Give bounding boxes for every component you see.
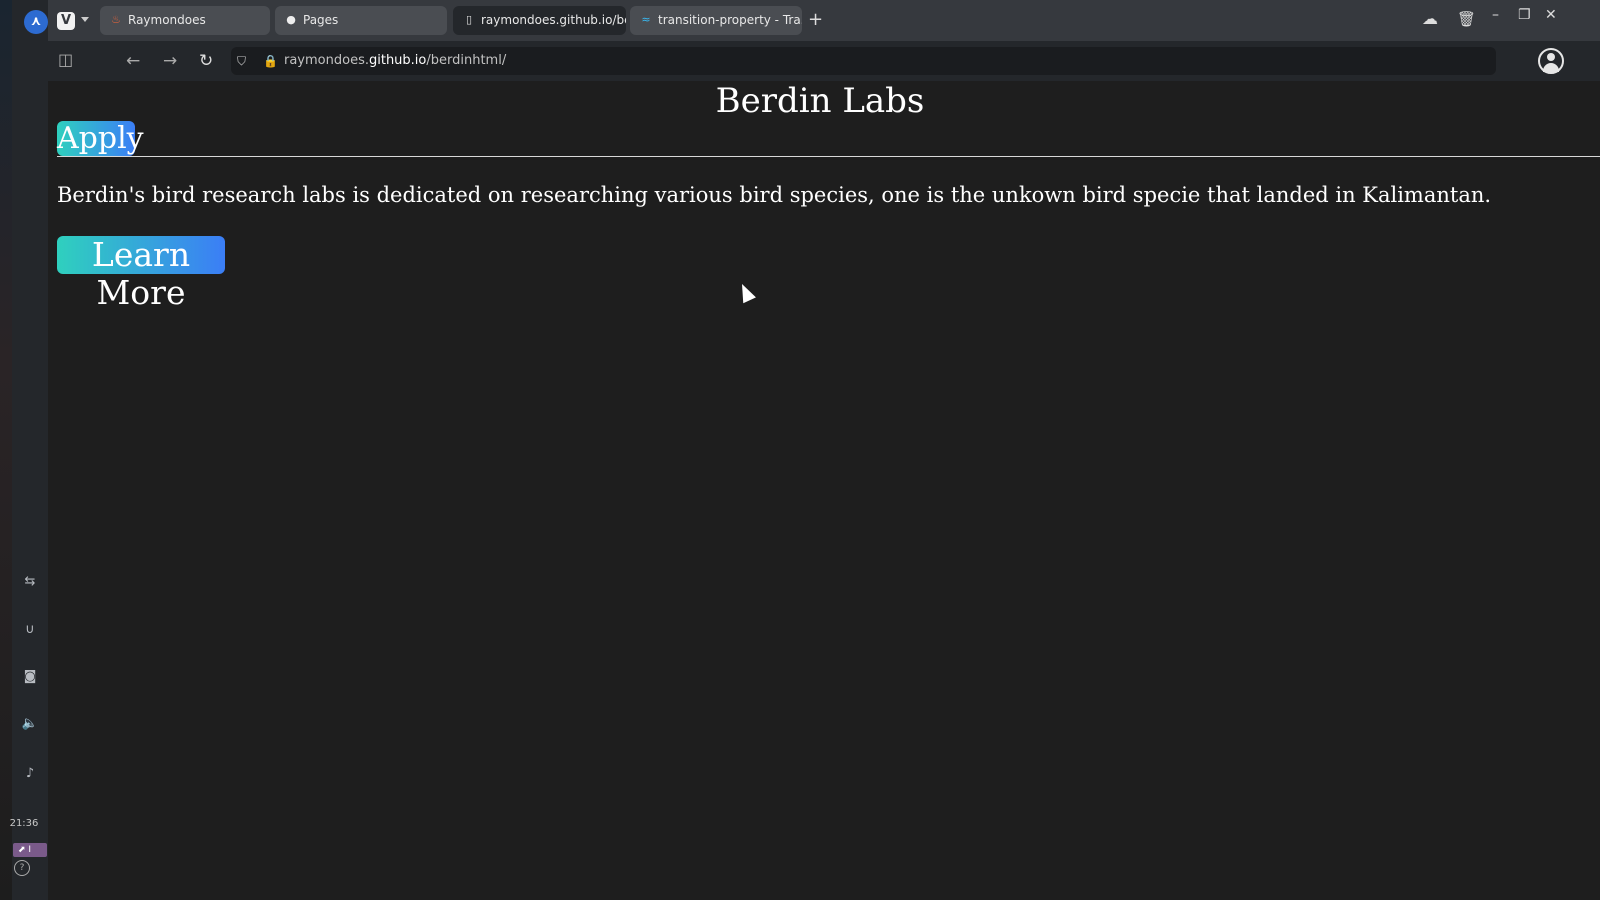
tab-berdinhtml[interactable]: ▯ raymondoes.github.io/berd	[453, 6, 626, 35]
vivaldi-menu-icon[interactable]: V	[57, 12, 75, 30]
learn-more-button[interactable]: Learn More	[57, 236, 225, 312]
url-subdomain: raymondoes.	[284, 53, 369, 68]
page-icon: ▯	[465, 13, 473, 26]
lock-icon[interactable]: 🔒	[263, 52, 278, 70]
intro-paragraph: Berdin's bird research labs is dedicated…	[57, 183, 1492, 207]
keyboard-layout-indicator[interactable]: ⬈ I	[13, 843, 47, 857]
tab-transition-property[interactable]: ≈ transition-property - Tra...	[630, 6, 802, 35]
sidebar-toggle-icon[interactable]: ◫	[58, 50, 73, 70]
tab-pages[interactable]: ● Pages	[275, 6, 447, 35]
system-side-panel: ⋏ ⇆ ∪ ◙ 🔈 ♪	[12, 0, 48, 900]
address-toolbar: ◫ ← → ↻ ⛉ 🔒 raymondoes.github.io/berdinh…	[48, 41, 1600, 81]
tab-bar: V ♨ Raymondoes ● Pages ▯ raymondoes.gith…	[48, 0, 1600, 41]
shield-icon[interactable]: ⛉	[237, 52, 246, 70]
address-bar[interactable]: ⛉ 🔒 raymondoes.github.io/berdinhtml/ ⚐	[231, 47, 1496, 75]
web-page: Berdin Labs Apply Berdin's bird research…	[57, 81, 1600, 900]
bell-icon[interactable]: ♪	[12, 766, 48, 782]
trash-icon[interactable]: 🗑	[1457, 10, 1476, 28]
divider	[57, 156, 1600, 157]
url-path: /berdinhtml/	[426, 53, 507, 68]
profile-avatar-icon[interactable]	[1538, 48, 1564, 74]
tailwind-icon: ≈	[641, 13, 651, 26]
tab-label: Pages	[303, 13, 339, 27]
restore-icon[interactable]: ❐	[1518, 6, 1531, 24]
minimize-icon[interactable]: –	[1492, 6, 1499, 24]
tab-raymondoes[interactable]: ♨ Raymondoes	[100, 6, 270, 35]
apply-button[interactable]: Apply	[57, 121, 144, 156]
desktop-background	[0, 0, 12, 900]
browser-window: V ♨ Raymondoes ● Pages ▯ raymondoes.gith…	[48, 0, 1600, 900]
url-host: github.io	[368, 53, 427, 68]
system-clock: 21:36	[9, 818, 39, 829]
tab-label: raymondoes.github.io/berd	[481, 13, 626, 27]
forward-icon[interactable]: →	[163, 51, 177, 71]
back-icon[interactable]: ←	[126, 51, 140, 71]
tab-label: transition-property - Tra...	[658, 13, 802, 27]
github-icon: ●	[286, 13, 296, 26]
help-icon[interactable]: ?	[14, 860, 30, 876]
tab-label: Raymondoes	[128, 13, 206, 27]
flame-icon: ♨	[111, 13, 121, 26]
new-tab-button[interactable]: +	[808, 10, 823, 30]
share-icon[interactable]: ⇆	[12, 574, 48, 590]
page-title: Berdin Labs	[715, 81, 925, 121]
magnet-icon[interactable]: ∪	[12, 622, 48, 638]
reload-icon[interactable]: ↻	[199, 51, 213, 71]
url-text[interactable]: raymondoes.github.io/berdinhtml/	[284, 47, 506, 75]
discord-icon[interactable]: ◙	[12, 669, 48, 685]
volume-icon[interactable]: 🔈	[12, 716, 48, 732]
close-icon[interactable]: ✕	[1545, 6, 1557, 24]
cloud-sync-icon[interactable]: ☁	[1422, 10, 1438, 28]
app-launcher-icon[interactable]: ⋏	[24, 10, 48, 34]
chevron-down-icon[interactable]	[81, 17, 89, 22]
